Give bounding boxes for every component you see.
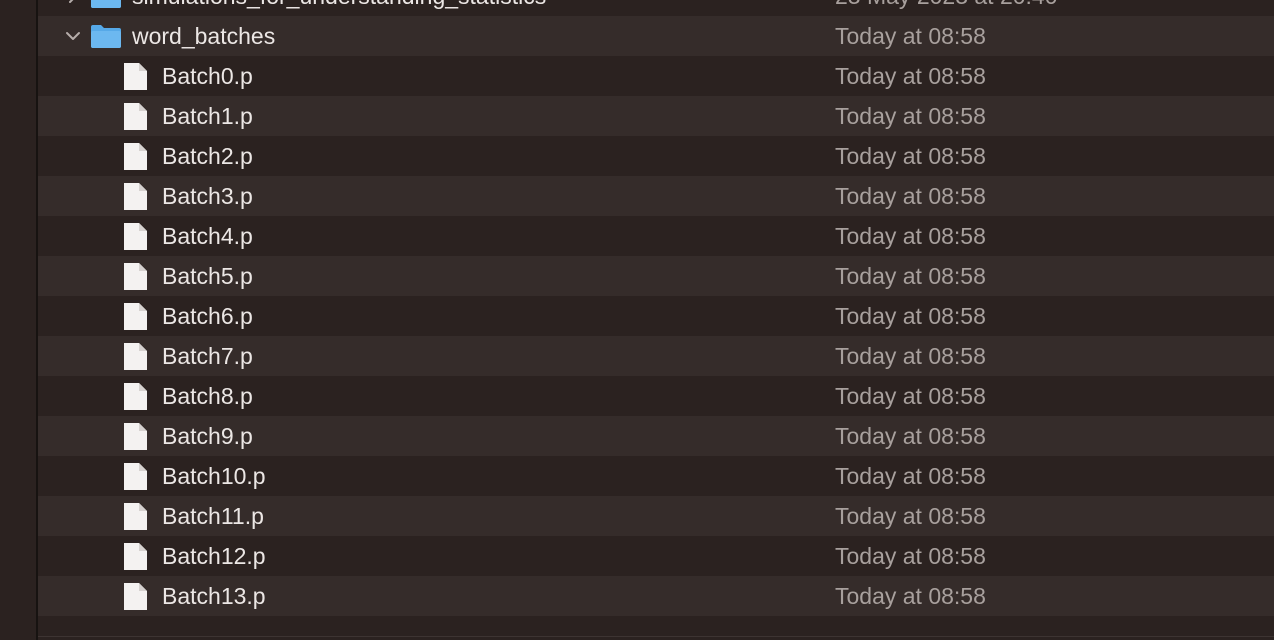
file-row[interactable]: Batch4.p Today at 08:58 (38, 216, 1274, 256)
date-modified: Today at 08:58 (835, 463, 986, 489)
folder-name: simulations_for_understanding_statistics (132, 0, 546, 16)
file-name: Batch1.p (162, 103, 253, 129)
document-icon (124, 343, 147, 370)
file-row[interactable]: Batch13.p Today at 08:58 (38, 576, 1274, 616)
file-name: Batch9.p (162, 423, 253, 449)
file-row[interactable]: Batch0.p Today at 08:58 (38, 56, 1274, 96)
file-row[interactable]: Batch8.p Today at 08:58 (38, 376, 1274, 416)
date-modified: Today at 08:58 (835, 183, 986, 209)
document-icon (124, 463, 147, 490)
date-modified: Today at 08:58 (835, 103, 986, 129)
date-modified: Today at 08:58 (835, 63, 986, 89)
document-icon (124, 223, 147, 250)
document-icon (124, 303, 147, 330)
document-icon (124, 503, 147, 530)
file-name: Batch10.p (162, 463, 266, 489)
file-name: Batch11.p (162, 503, 264, 529)
folder-contents: Batch0.p Today at 08:58 Batch1.p Today a… (38, 56, 1274, 616)
file-row[interactable]: Batch5.p Today at 08:58 (38, 256, 1274, 296)
date-modified: Today at 08:58 (835, 343, 986, 369)
folder-row[interactable]: simulations_for_understanding_statistics… (38, 0, 1274, 16)
document-icon (124, 103, 147, 130)
file-name: Batch8.p (162, 383, 253, 409)
date-modified: Today at 08:58 (835, 303, 986, 329)
document-icon (124, 183, 147, 210)
file-name: Batch4.p (162, 223, 253, 249)
file-name: Batch2.p (162, 143, 253, 169)
file-name: Batch6.p (162, 303, 253, 329)
document-icon (124, 583, 147, 610)
document-icon (124, 143, 147, 170)
file-name: Batch5.p (162, 263, 253, 289)
date-modified: Today at 08:58 (835, 423, 986, 449)
date-modified: 23 May 2023 at 20:40 (835, 0, 1058, 16)
file-name: Batch0.p (162, 63, 253, 89)
file-row[interactable]: Batch2.p Today at 08:58 (38, 136, 1274, 176)
document-icon (124, 383, 147, 410)
file-row[interactable]: Batch3.p Today at 08:58 (38, 176, 1274, 216)
file-name: Batch7.p (162, 343, 253, 369)
folder-name: word_batches (132, 23, 276, 49)
file-name: Batch12.p (162, 543, 266, 569)
document-icon (124, 63, 147, 90)
file-name: Batch3.p (162, 183, 253, 209)
date-modified: Today at 08:58 (835, 543, 986, 569)
date-modified: Today at 08:58 (835, 263, 986, 289)
date-modified: Today at 08:58 (835, 23, 986, 49)
file-row[interactable]: Batch10.p Today at 08:58 (38, 456, 1274, 496)
file-row[interactable]: Batch11.p Today at 08:58 (38, 496, 1274, 536)
document-icon (124, 423, 147, 450)
folder-row[interactable]: word_batches Today at 08:58 (38, 16, 1274, 56)
file-row[interactable]: Batch9.p Today at 08:58 (38, 416, 1274, 456)
footer-divider (38, 636, 1274, 637)
date-modified: Today at 08:58 (835, 503, 986, 529)
document-icon (124, 543, 147, 570)
file-name: Batch13.p (162, 583, 266, 609)
file-list: simulations_for_understanding_statistics… (38, 0, 1274, 616)
chevron-down-icon[interactable] (64, 27, 82, 45)
finder-list-view: simulations_for_understanding_statistics… (0, 0, 1274, 640)
date-modified: Today at 08:58 (835, 383, 986, 409)
file-row[interactable]: Batch12.p Today at 08:58 (38, 536, 1274, 576)
sidebar-edge (0, 0, 36, 640)
file-row[interactable]: Batch7.p Today at 08:58 (38, 336, 1274, 376)
date-modified: Today at 08:58 (835, 143, 986, 169)
folder-icon (91, 25, 121, 48)
date-modified: Today at 08:58 (835, 223, 986, 249)
date-modified: Today at 08:58 (835, 583, 986, 609)
chevron-right-icon[interactable] (64, 0, 82, 5)
file-row[interactable]: Batch6.p Today at 08:58 (38, 296, 1274, 336)
file-row[interactable]: Batch1.p Today at 08:58 (38, 96, 1274, 136)
document-icon (124, 263, 147, 290)
folder-icon (91, 0, 121, 8)
